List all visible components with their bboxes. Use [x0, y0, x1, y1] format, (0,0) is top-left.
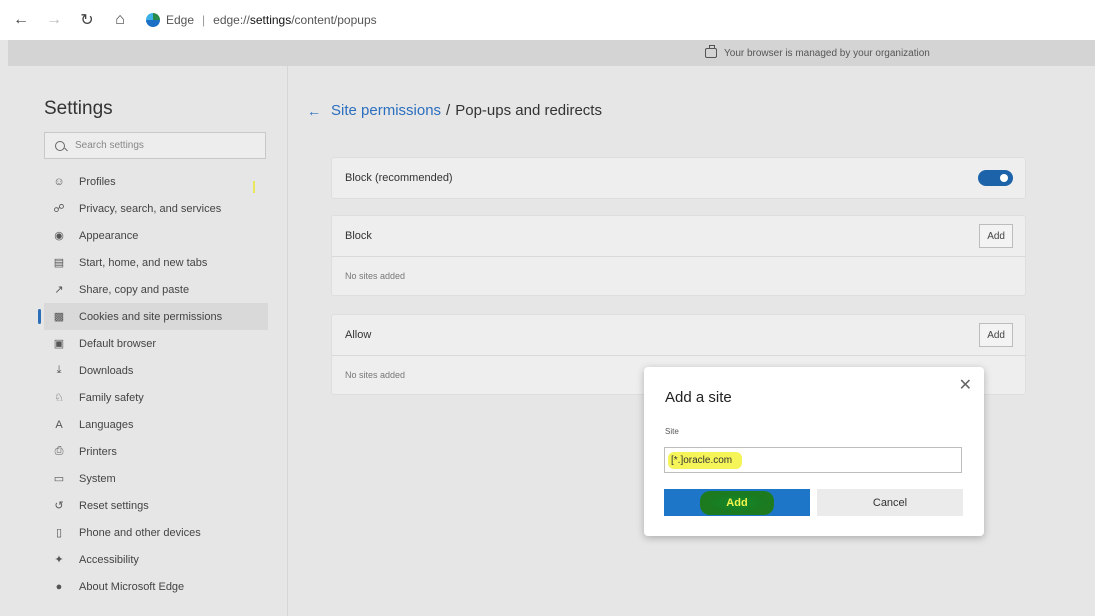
allow-add-button[interactable]: Add [979, 323, 1013, 347]
site-field-label: Site [665, 427, 679, 436]
cookies-icon: ▩ [53, 311, 65, 323]
accessibility-icon: ✦ [54, 554, 64, 566]
sidebar-item-label: Start, home, and new tabs [79, 256, 208, 269]
sidebar-item-label: Appearance [79, 229, 139, 242]
edge-logo-icon [146, 13, 160, 27]
back-icon[interactable]: ← [10, 9, 32, 31]
breadcrumb: ← Site permissions / Pop-ups and redirec… [307, 102, 602, 119]
printer-icon: ⎙ [54, 445, 64, 457]
cancel-button[interactable]: Cancel [817, 489, 963, 516]
page-title: Pop-ups and redirects [455, 102, 602, 119]
home-icon[interactable]: ⌂ [109, 9, 131, 31]
sidebar-item-label: Privacy, search, and services [79, 202, 222, 215]
block-recommended-card: Block (recommended) [331, 157, 1026, 199]
sidebar-item-system[interactable]: ▭ System [44, 465, 268, 492]
url-rest: /content/popups [291, 13, 377, 27]
sidebar-item-label: Accessibility [79, 553, 139, 566]
search-icon [55, 140, 65, 151]
refresh-icon[interactable]: ↻ [76, 9, 98, 31]
languages-icon: A [55, 418, 63, 431]
sidebar-item-appearance[interactable]: ◉ Appearance [44, 222, 268, 249]
sidebar-item-downloads[interactable]: ⤓ Downloads [44, 357, 268, 384]
sidebar-item-label: About Microsoft Edge [79, 580, 185, 593]
sidebar-item-cookies[interactable]: ▩ Cookies and site permissions [38, 303, 268, 330]
address-bar: ← → ↻ ⌂ Edge | edge://settings/content/p… [0, 0, 1095, 40]
sidebar-item-label: Reset settings [79, 499, 149, 512]
sidebar-item-reset[interactable]: ↺ Reset settings [44, 492, 268, 519]
share-icon: ↗ [54, 284, 64, 296]
download-icon: ⤓ [56, 364, 62, 376]
allow-label: Allow [345, 329, 372, 341]
block-add-button[interactable]: Add [979, 224, 1013, 248]
sidebar-item-languages[interactable]: A Languages [44, 411, 268, 438]
breadcrumb-separator: / [446, 102, 451, 119]
system-icon: ▭ [53, 473, 65, 485]
sidebar-item-label: Family safety [79, 391, 144, 404]
home-tabs-icon: ▤ [53, 257, 65, 269]
sidebar-item-label: Phone and other devices [79, 526, 201, 539]
sidebar-item-label: Cookies and site permissions [79, 310, 223, 323]
app-name: Edge [166, 13, 195, 27]
url-field[interactable]: Edge | edge://settings/content/popups [146, 13, 377, 27]
default-browser-icon: ▣ [53, 338, 65, 350]
close-icon[interactable]: ✕ [959, 375, 972, 395]
sidebar-item-default-browser[interactable]: ▣ Default browser [44, 330, 268, 357]
sidebar-item-label: System [79, 472, 116, 485]
allow-header: Allow Add [332, 315, 1025, 355]
sidebar-item-printers[interactable]: ⎙ Printers [44, 438, 268, 465]
managed-text: Your browser is managed by your organiza… [724, 47, 930, 59]
sidebar-item-privacy[interactable]: ☍ Privacy, search, and services [44, 195, 268, 222]
block-label: Block [345, 230, 372, 242]
sidebar-item-label: Profiles [79, 175, 116, 188]
block-recommended-row: Block (recommended) [332, 158, 1025, 198]
sidebar-item-share[interactable]: ↗ Share, copy and paste [44, 276, 268, 303]
text-cursor-highlight [253, 181, 255, 193]
forward-icon[interactable]: → [43, 9, 65, 31]
sidebar-item-phone[interactable]: ▯ Phone and other devices [44, 519, 268, 546]
search-input[interactable]: Search settings [44, 132, 266, 159]
briefcase-icon [705, 45, 717, 58]
sidebar-item-label: Languages [79, 418, 134, 431]
profile-icon: ☺ [53, 175, 65, 188]
block-card: Block Add No sites added [331, 215, 1026, 296]
back-arrow-icon[interactable]: ← [307, 103, 321, 119]
add-button[interactable]: Add [664, 489, 810, 516]
block-recommended-toggle[interactable] [978, 170, 1013, 186]
lock-icon: ☍ [53, 203, 65, 215]
sidebar: Settings Search settings ☺ Profiles ☍ Priv… [8, 66, 288, 616]
sidebar-nav: ☺ Profiles ☍ Privacy, search, and services… [38, 168, 268, 600]
add-button-label: Add [700, 490, 774, 515]
sidebar-item-start-home[interactable]: ▤ Start, home, and new tabs [44, 249, 268, 276]
sidebar-item-profiles[interactable]: ☺ Profiles [44, 168, 268, 195]
family-icon: ♘ [54, 392, 64, 404]
sidebar-item-about[interactable]: ● About Microsoft Edge [44, 573, 268, 600]
edge-logo-icon: ● [55, 580, 63, 593]
search-placeholder: Search settings [75, 140, 144, 151]
sidebar-item-family[interactable]: ♘ Family safety [44, 384, 268, 411]
sidebar-item-accessibility[interactable]: ✦ Accessibility [44, 546, 268, 573]
add-site-dialog: ✕ Add a site Site [*.]oracle.com Add Can… [644, 367, 984, 536]
reset-icon: ↺ [54, 500, 64, 512]
sidebar-item-label: Share, copy and paste [79, 283, 190, 296]
url-separator: | [202, 13, 206, 27]
block-header: Block Add [332, 216, 1025, 256]
site-input-value: [*.]oracle.com [668, 451, 743, 469]
palette-icon: ◉ [54, 230, 64, 242]
sidebar-item-label: Printers [79, 445, 117, 458]
block-recommended-label: Block (recommended) [345, 172, 453, 184]
site-input[interactable]: [*.]oracle.com [664, 447, 962, 473]
sidebar-item-label: Default browser [79, 337, 157, 350]
breadcrumb-parent-link[interactable]: Site permissions [331, 102, 441, 119]
sidebar-item-label: Downloads [79, 364, 134, 377]
dialog-title: Add a site [665, 389, 732, 406]
phone-icon: ▯ [55, 527, 63, 539]
block-empty-text: No sites added [345, 271, 406, 281]
sidebar-title: Settings [44, 98, 113, 119]
managed-banner: Your browser is managed by your organiza… [8, 40, 1095, 66]
url-host: settings [249, 13, 292, 27]
url-scheme: edge:// [213, 13, 250, 27]
